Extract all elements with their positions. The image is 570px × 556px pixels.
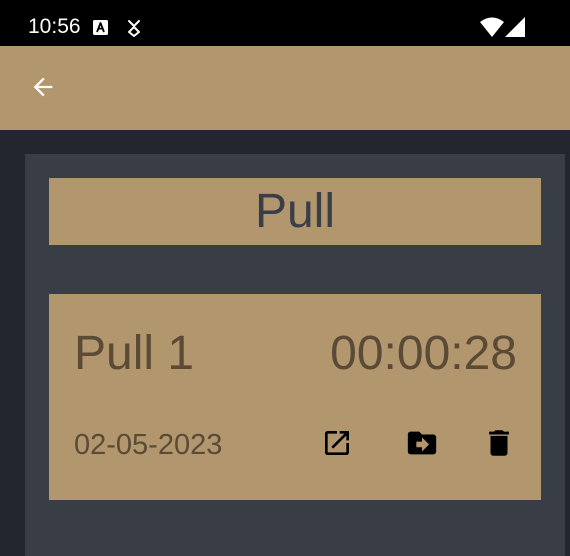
content-panel: Pull Pull 1 00:00:28 02-05-2023 [25, 154, 565, 556]
session-name: Pull 1 [74, 327, 195, 380]
delete-icon [489, 430, 509, 456]
status-time: 10:56 [28, 15, 81, 38]
autofill-a-icon [93, 20, 108, 35]
wifi-icon [480, 17, 504, 37]
back-button[interactable] [24, 68, 62, 106]
data-saver-icon [128, 20, 140, 37]
drive-file-move-icon [407, 431, 437, 455]
open-in-new-icon [325, 431, 349, 455]
workout-title: Pull [254, 184, 336, 238]
session-date: 02-05-2023 [74, 429, 223, 461]
cell-signal-icon [505, 17, 525, 37]
open-session-button[interactable] [319, 425, 355, 461]
delete-session-button[interactable] [481, 425, 517, 461]
session-duration: 00:00:28 [330, 327, 517, 380]
workout-title-card: Pull [49, 178, 541, 245]
arrow-back-icon [33, 77, 53, 97]
move-session-button[interactable] [404, 425, 440, 461]
status-bar: 10:56 [0, 0, 570, 46]
session-card[interactable]: Pull 1 00:00:28 02-05-2023 [49, 294, 541, 500]
app-bar [0, 46, 570, 130]
